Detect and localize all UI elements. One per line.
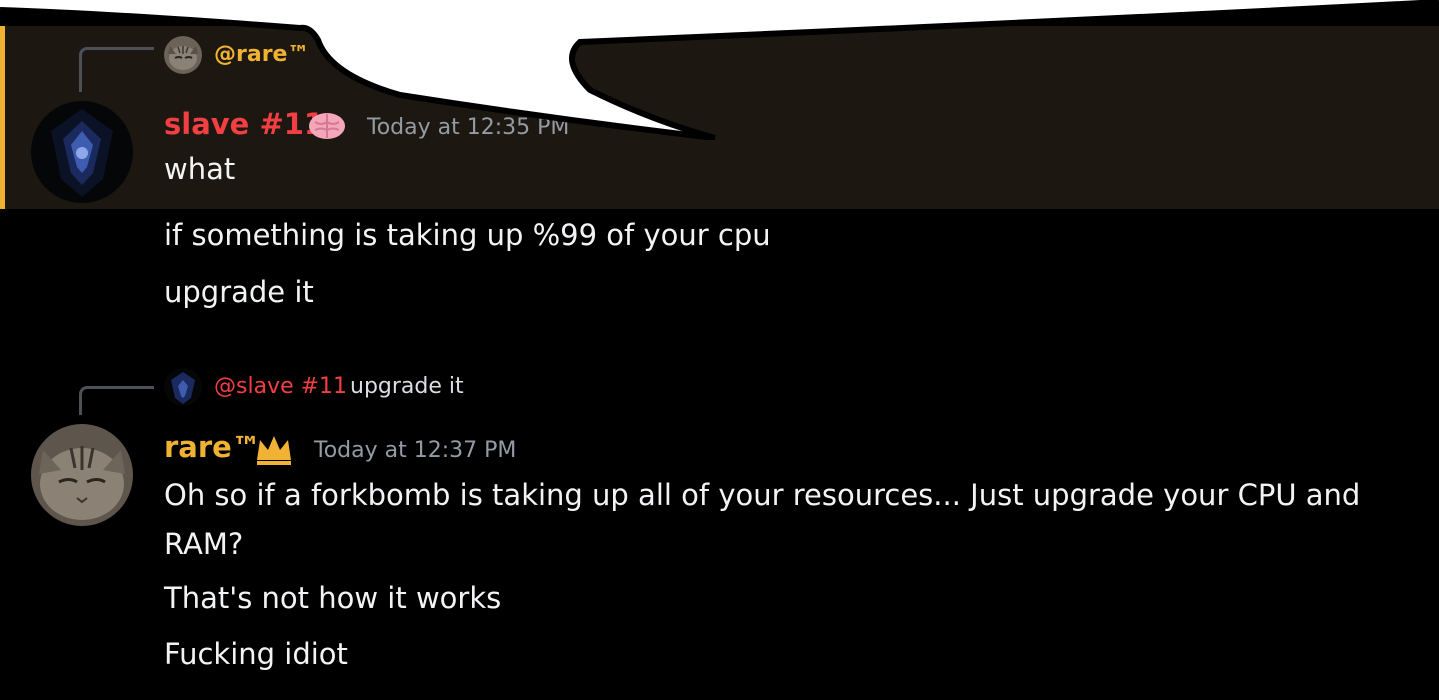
message-line: what bbox=[164, 152, 236, 186]
author-name[interactable]: rare™ bbox=[164, 430, 261, 464]
slave-avatar[interactable] bbox=[31, 101, 133, 203]
reply-preview[interactable]: upgrade it bbox=[350, 374, 464, 399]
timestamp: Today at 12:37 PM bbox=[314, 438, 517, 463]
brain-icon bbox=[307, 110, 347, 146]
timestamp: Today at 12:35 PM bbox=[367, 115, 570, 140]
reply-mention[interactable]: @rare™ bbox=[214, 42, 309, 67]
rare-avatar[interactable] bbox=[31, 424, 133, 526]
message-line: Fucking idiot bbox=[164, 637, 348, 671]
author-name[interactable]: slave #11 bbox=[164, 107, 324, 141]
dark-avatar-icon[interactable] bbox=[164, 368, 202, 406]
reply-mention[interactable]: @slave #11 bbox=[214, 374, 347, 399]
cat-avatar-icon[interactable] bbox=[164, 36, 202, 74]
mention-highlight-bar bbox=[0, 26, 5, 209]
reply-spine bbox=[79, 47, 154, 92]
message-line: That's not how it works bbox=[164, 581, 502, 615]
crown-icon bbox=[254, 430, 294, 470]
message-line: upgrade it bbox=[164, 275, 314, 309]
message-line: Oh so if a forkbomb is taking up all of … bbox=[164, 478, 1361, 561]
reply-spine bbox=[79, 386, 154, 415]
message-line: if something is taking up %99 of your cp… bbox=[164, 218, 771, 252]
